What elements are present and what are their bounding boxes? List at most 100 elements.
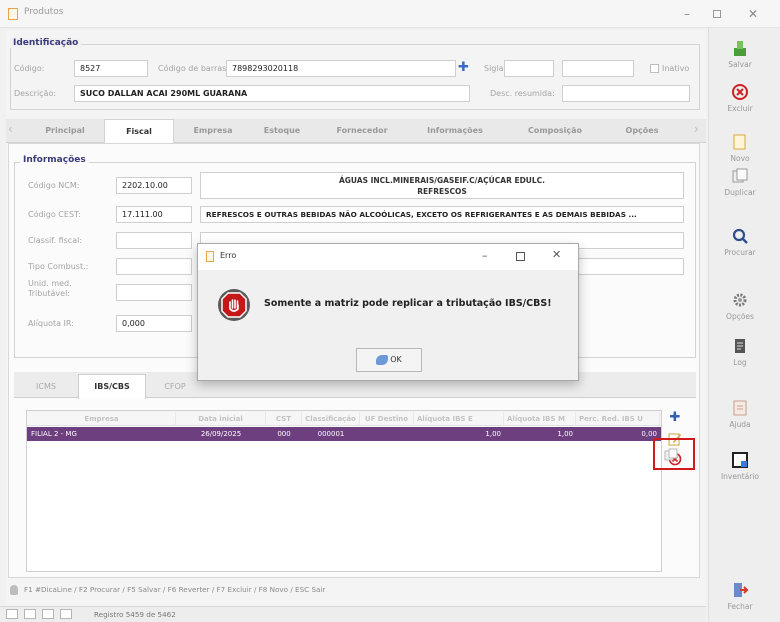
tip-icon: [10, 585, 18, 595]
codigo-field[interactable]: 8527: [74, 60, 148, 77]
cell-uf-destino: [360, 427, 414, 441]
ncm-desc-line1: ÁGUAS INCL.MINERAIS/GASEIF.C/AÇÚCAR EDUL…: [338, 176, 546, 185]
inventario-button[interactable]: Inventário: [712, 450, 768, 481]
fechar-label: Fechar: [727, 602, 753, 611]
codigo-label: Código:: [14, 64, 45, 73]
dialog-minimize-icon[interactable]: –: [482, 249, 488, 262]
ajuda-button[interactable]: Ajuda: [712, 398, 768, 429]
sigla-field[interactable]: [504, 60, 554, 77]
tab-opcoes[interactable]: Opções: [612, 119, 672, 143]
stop-icon: [217, 288, 251, 322]
new-document-icon: [733, 134, 746, 150]
nav-next-icon[interactable]: [42, 609, 54, 619]
duplicar-button[interactable]: Duplicar: [712, 166, 768, 197]
tab-composicao[interactable]: Composição: [510, 119, 600, 143]
exit-icon: [734, 583, 749, 597]
tab-fornecedor[interactable]: Fornecedor: [322, 119, 402, 143]
dialog-close-icon[interactable]: ✕: [552, 248, 561, 261]
descricao-label: Descrição:: [14, 89, 57, 98]
dialog-maximize-icon[interactable]: [516, 252, 525, 261]
cest-label: Código CEST:: [28, 210, 81, 219]
save-icon: [734, 41, 746, 56]
fechar-button[interactable]: Fechar: [712, 580, 768, 611]
salvar-button[interactable]: Salvar: [712, 38, 768, 69]
classif-fiscal-field[interactable]: [116, 232, 192, 249]
novo-button[interactable]: Novo: [712, 132, 768, 163]
grid-header-data-inicial[interactable]: Data inicial: [176, 412, 266, 426]
opcoes-label: Opções: [726, 312, 754, 321]
minimize-icon[interactable]: –: [674, 4, 700, 24]
tab-estoque[interactable]: Estoque: [252, 119, 312, 143]
cell-data-inicial: 26/09/2025: [200, 430, 242, 438]
ok-icon: [376, 354, 389, 365]
dialog-title: Erro: [220, 251, 237, 260]
grid-header-aliquota-e[interactable]: Alíquota IBS E: [414, 412, 504, 426]
ok-button[interactable]: OK: [356, 348, 422, 372]
log-button[interactable]: Log: [712, 336, 768, 367]
log-label: Log: [733, 358, 747, 367]
unid-med-field[interactable]: [116, 284, 192, 301]
opcoes-button[interactable]: Opções: [712, 290, 768, 321]
grid-header-uf-destino[interactable]: UF Destino: [360, 412, 414, 426]
dialog-message: Somente a matriz pode replicar a tributa…: [264, 298, 552, 309]
codigo-barras-field[interactable]: 7898293020118: [226, 60, 456, 77]
maximize-icon[interactable]: [704, 4, 730, 24]
sigla-label: Sigla:: [484, 64, 507, 73]
cest-field[interactable]: 17.111.00: [116, 206, 192, 223]
identificacao-title: Identificação: [10, 38, 82, 48]
app-icon: [8, 8, 18, 20]
codigo-barras-label: Código de barras:: [158, 64, 230, 73]
close-icon[interactable]: ✕: [740, 4, 766, 24]
cell-perc-red: 0,00: [641, 430, 657, 438]
tipo-combust-field[interactable]: [116, 258, 192, 275]
subtab-cfop[interactable]: CFOP: [152, 377, 198, 397]
procurar-button[interactable]: Procurar: [712, 226, 768, 257]
tab-informacoes[interactable]: Informações: [410, 119, 500, 143]
right-toolbar: [708, 28, 780, 622]
tab-empresa[interactable]: Empresa: [178, 119, 248, 143]
procurar-label: Procurar: [724, 248, 756, 257]
gear-icon: [733, 293, 747, 307]
window-title: Produtos: [24, 7, 64, 17]
grid-header-classificacao[interactable]: Classificação: [302, 412, 360, 426]
grid-header-perc-red[interactable]: Perc. Red. IBS U: [576, 412, 660, 426]
shortcuts-text: F1 #DicaLine / F2 Procurar / F5 Salvar /…: [24, 585, 326, 594]
grid-replicate-icon[interactable]: [664, 448, 678, 462]
grid-add-icon[interactable]: ✚: [668, 411, 682, 425]
add-barcode-icon[interactable]: ✚: [458, 61, 472, 75]
tab-scroll-left-icon[interactable]: ‹: [8, 122, 13, 136]
nav-last-icon[interactable]: [60, 609, 72, 619]
aliquota-ir-label: Alíquota IR:: [28, 319, 74, 328]
unid-med-label-1: Unid. med.: [28, 279, 72, 288]
duplicate-icon: [732, 168, 748, 183]
tipo-combust-label: Tipo Combust.:: [28, 262, 89, 271]
grid-header-cst[interactable]: CST: [266, 412, 302, 426]
ncm-description: ÁGUAS INCL.MINERAIS/GASEIF.C/AÇÚCAR EDUL…: [200, 172, 684, 199]
aliquota-ir-field[interactable]: 0,000: [116, 315, 192, 332]
inventario-label: Inventário: [720, 472, 760, 481]
desc-resumida-field[interactable]: [562, 85, 690, 102]
informacoes-title: Informações: [20, 155, 89, 165]
nav-prev-icon[interactable]: [24, 609, 36, 619]
help-icon: [733, 400, 747, 416]
subtab-icms[interactable]: ICMS: [22, 377, 70, 397]
ok-label: OK: [390, 355, 402, 364]
sigla-field-2[interactable]: [562, 60, 634, 77]
inativo-checkbox[interactable]: [650, 64, 659, 73]
descricao-field[interactable]: SUCO DALLAN ACAI 290ML GUARANA: [74, 85, 470, 102]
inventory-icon: [732, 452, 748, 468]
salvar-label: Salvar: [728, 60, 752, 69]
delete-icon: [732, 84, 748, 100]
tab-scroll-right-icon[interactable]: ›: [694, 122, 699, 136]
grid-header-empresa[interactable]: Empresa: [28, 412, 176, 426]
subtab-ibs-cbs[interactable]: IBS/CBS: [78, 374, 146, 399]
ncm-desc-line2: REFRESCOS: [417, 187, 467, 196]
ncm-field[interactable]: 2202.10.00: [116, 177, 192, 194]
log-icon: [735, 339, 745, 353]
tab-principal[interactable]: Principal: [30, 119, 100, 143]
grid-header-aliquota-m[interactable]: Alíquota IBS M: [504, 412, 576, 426]
cell-aliquota-m: 1,00: [557, 430, 573, 438]
excluir-button[interactable]: Excluir: [712, 82, 768, 113]
nav-first-icon[interactable]: [6, 609, 18, 619]
tab-fiscal[interactable]: Fiscal: [104, 119, 174, 143]
